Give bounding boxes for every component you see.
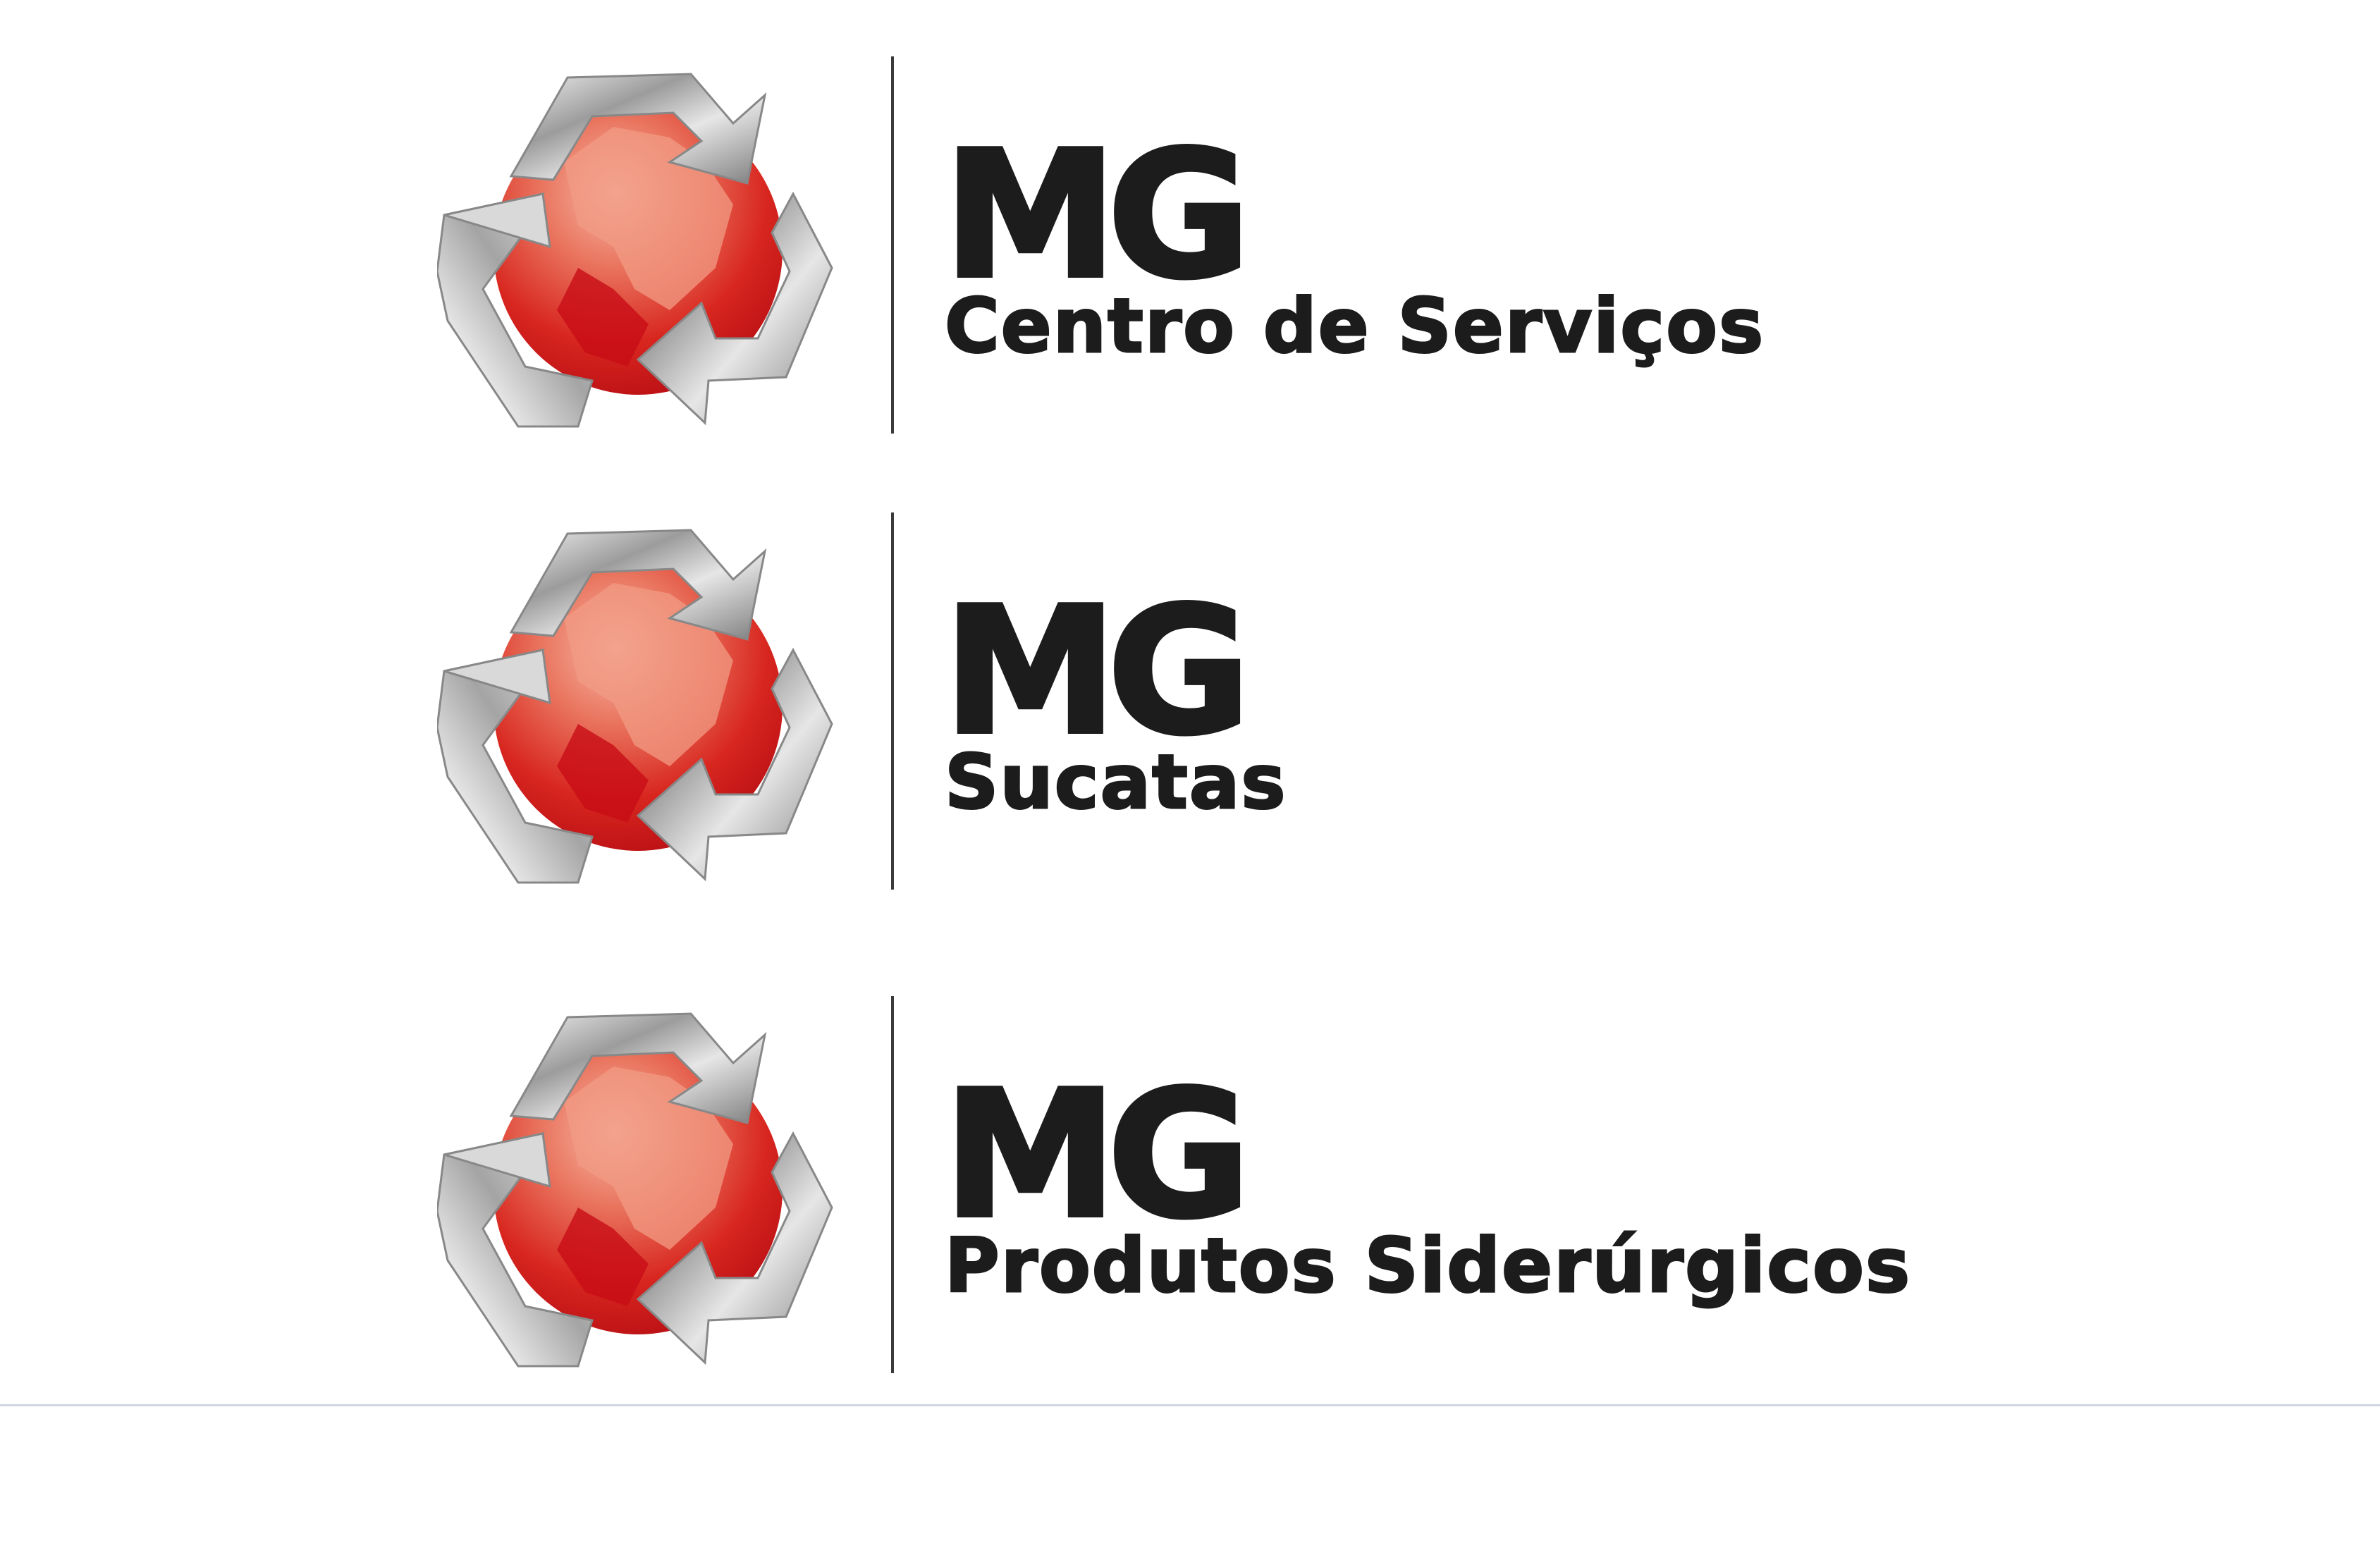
brand-row-sucatas: MG Sucatas bbox=[0, 512, 2380, 893]
recycle-globe-logo-icon bbox=[437, 56, 839, 437]
recycle-globe-logo-icon bbox=[437, 996, 839, 1377]
brand-row-produtos-siderurgicos: MG Produtos Siderúrgicos bbox=[0, 996, 2380, 1377]
brand-row-centro-de-servicos: MG Centro de Serviços bbox=[0, 56, 2380, 437]
vertical-divider bbox=[891, 56, 894, 434]
bottom-rule bbox=[0, 1404, 2380, 1406]
brand-title: MG bbox=[941, 1054, 1253, 1257]
brand-subtitle: Produtos Siderúrgicos bbox=[943, 1222, 1912, 1309]
brand-title: MG bbox=[941, 570, 1253, 773]
brand-subtitle: Sucatas bbox=[943, 739, 1287, 825]
brand-subtitle: Centro de Serviços bbox=[943, 283, 1765, 369]
brand-title: MG bbox=[941, 114, 1253, 317]
vertical-divider bbox=[891, 512, 894, 890]
vertical-divider bbox=[891, 996, 894, 1373]
recycle-globe-logo-icon bbox=[437, 512, 839, 893]
